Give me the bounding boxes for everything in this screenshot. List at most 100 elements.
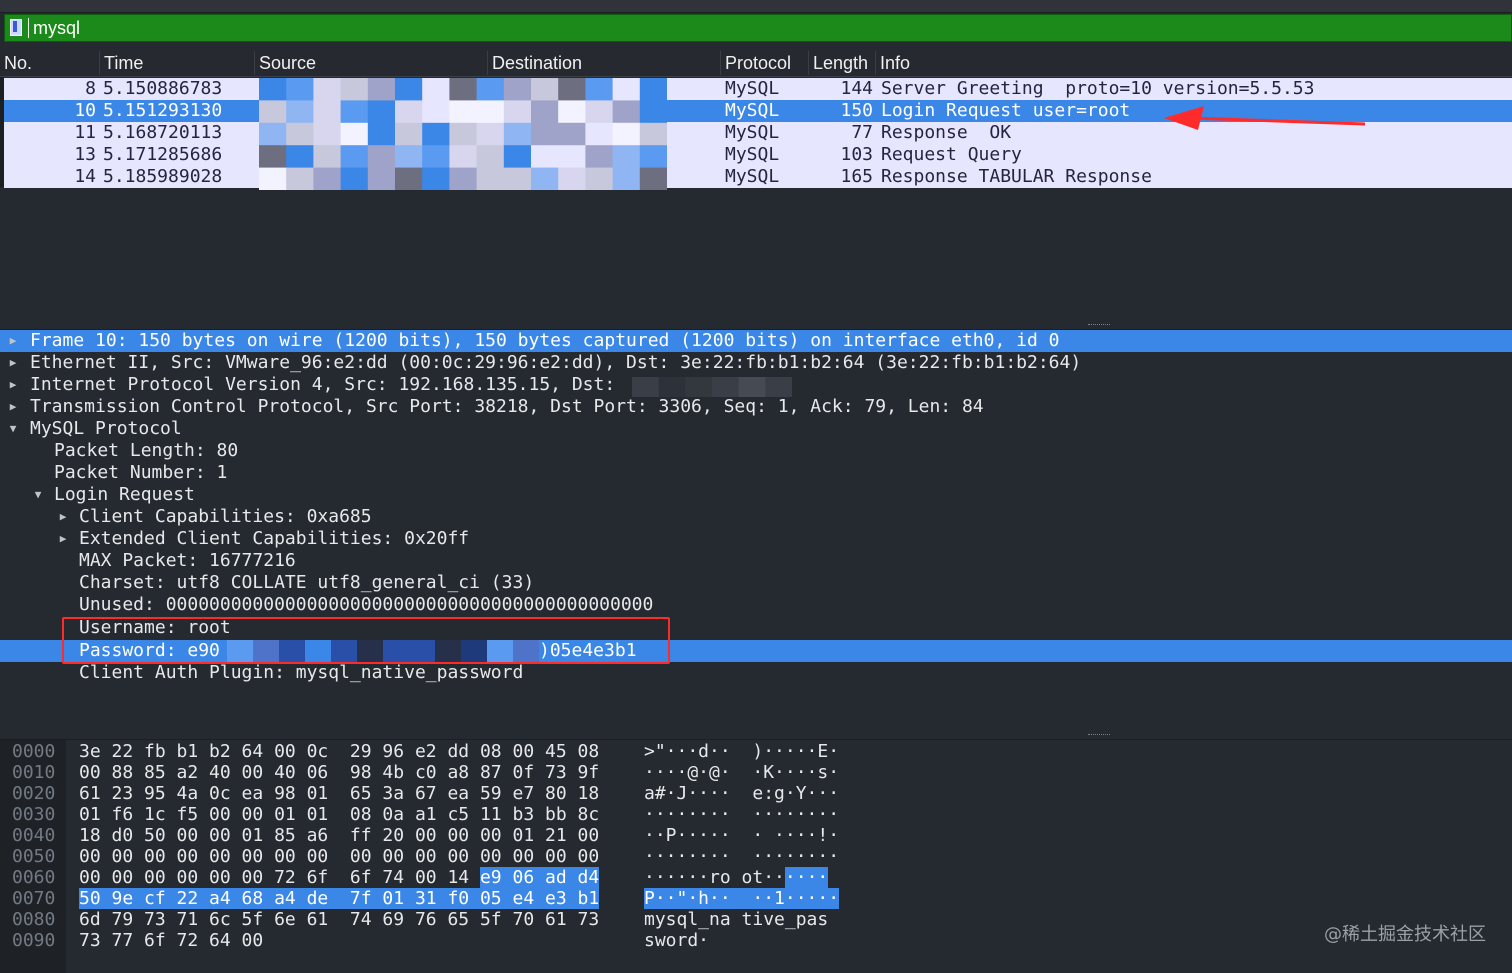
collapse-arrow-icon[interactable]: ▼ [31, 484, 45, 506]
bytes-row[interactable]: 0090 73 77 6f 72 64 00 sword· [0, 930, 1512, 951]
bytes-row[interactable]: 0040 18 d0 50 00 00 01 85 a6 ff 20 00 00 … [0, 825, 1512, 846]
detail-client-capabilities[interactable]: ▶ Client Capabilities: 0xa685 [0, 506, 1512, 528]
mosaic-block [449, 100, 478, 124]
mosaic-block [558, 145, 586, 169]
detail-frame[interactable]: ▶ Frame 10: 150 bytes on wire (1200 bits… [0, 330, 1512, 352]
packet-cell-time: 5.185989028 [103, 166, 223, 187]
bytes-ascii[interactable]: ········ ········ [644, 846, 839, 867]
bytes-hex[interactable]: 00 88 85 a2 40 00 40 06 98 4b c0 a8 87 0… [79, 762, 599, 783]
mosaic-block [340, 78, 369, 101]
bytes-hex-text: 61 23 95 4a 0c ea 98 01 65 3a 67 ea 59 e… [79, 783, 600, 804]
bytes-row[interactable]: 0060 00 00 00 00 00 00 72 6f 6f 74 00 14 … [0, 867, 1512, 888]
bytes-ascii[interactable]: >"···d·· )·····E· [644, 741, 839, 762]
mosaic-block [286, 78, 314, 101]
packet-cell-no: 8 [85, 78, 96, 99]
detail-max-packet[interactable]: MAX Packet: 16777216 [0, 550, 1512, 572]
bytes-hex[interactable]: 00 00 00 00 00 00 00 00 00 00 00 00 00 0… [79, 846, 599, 867]
detail-login-request[interactable]: ▼ Login Request [0, 484, 1512, 506]
detail-mysql[interactable]: ▼ MySQL Protocol [0, 418, 1512, 440]
column-header-protocol[interactable]: Protocol [720, 51, 808, 75]
mosaic-block [313, 100, 342, 124]
mosaic-block [612, 122, 641, 146]
packet-bytes-pane: 0000 3e 22 fb b1 b2 64 00 0c 29 96 e2 dd … [0, 739, 1512, 973]
collapse-arrow-icon[interactable]: ▼ [6, 418, 20, 440]
column-header-destination[interactable]: Destination [487, 51, 720, 75]
bytes-row[interactable]: 0070 50 9e cf 22 a4 68 a4 de 7f 01 31 f0 … [0, 888, 1512, 909]
mosaic-block [367, 78, 396, 101]
packet-cell-length: 103 [840, 144, 873, 165]
bytes-hex[interactable]: 3e 22 fb b1 b2 64 00 0c 29 96 e2 dd 08 0… [79, 741, 599, 762]
bytes-hex-selected: 50 9e cf 22 a4 68 a4 de 7f 01 31 f0 05 e… [79, 888, 600, 909]
bytes-ascii[interactable]: ······ro ot······ [644, 867, 829, 888]
detail-tcp[interactable]: ▶ Transmission Control Protocol, Src Por… [0, 396, 1512, 418]
bytes-hex[interactable]: 61 23 95 4a 0c ea 98 01 65 3a 67 ea 59 e… [79, 783, 599, 804]
packet-cell-time: 5.168720113 [103, 122, 223, 143]
bytes-hex[interactable]: 18 d0 50 00 00 01 85 a6 ff 20 00 00 00 0… [79, 825, 599, 846]
mosaic-block [340, 122, 369, 146]
mosaic-block [612, 145, 641, 169]
detail-charset[interactable]: Charset: utf8 COLLATE utf8_general_ci (3… [0, 572, 1512, 594]
mosaic-block [476, 100, 505, 124]
column-header-no[interactable]: No. [0, 51, 99, 75]
bytes-hex[interactable]: 01 f6 1c f5 00 00 01 01 08 0a a1 c5 11 b… [79, 804, 599, 825]
display-filter-input[interactable] [33, 17, 533, 39]
detail-unused[interactable]: Unused: 00000000000000000000000000000000… [0, 594, 1512, 616]
bytes-offset: 0030 [12, 804, 56, 825]
column-header-length[interactable]: Length [808, 51, 875, 75]
window-top-strip [0, 0, 1512, 13]
bytes-ascii[interactable]: a#·J···· e:g·Y··· [644, 783, 839, 804]
packet-cell-time: 5.171285686 [103, 144, 223, 165]
packet-cell-info: Response OK [881, 122, 1012, 143]
bytes-row[interactable]: 0050 00 00 00 00 00 00 00 00 00 00 00 00 … [0, 846, 1512, 867]
display-filter-bar[interactable] [4, 14, 1512, 42]
bytes-ascii-text: sword· [644, 930, 710, 951]
mosaic-block [313, 122, 342, 146]
detail-ethernet[interactable]: ▶ Ethernet II, Src: VMware_96:e2:dd (00:… [0, 352, 1512, 374]
bytes-row[interactable]: 0010 00 88 85 a2 40 00 40 06 98 4b c0 a8 … [0, 762, 1512, 783]
bytes-ascii-text: a#·J···· e:g·Y··· [644, 783, 840, 804]
expand-arrow-icon[interactable]: ▶ [6, 396, 20, 418]
detail-packet-length[interactable]: Packet Length: 80 [0, 440, 1512, 462]
detail-auth-plugin[interactable]: Client Auth Plugin: mysql_native_passwor… [0, 662, 1512, 684]
mosaic-block [286, 167, 314, 190]
mosaic-block [422, 78, 450, 101]
mosaic-block [612, 100, 641, 124]
bytes-row[interactable]: 0030 01 f6 1c f5 00 00 01 01 08 0a a1 c5 … [0, 804, 1512, 825]
bytes-hex[interactable]: 6d 79 73 71 6c 5f 6e 61 74 69 76 65 5f 7… [79, 909, 599, 930]
bytes-ascii[interactable]: sword· [644, 930, 709, 951]
bytes-offset: 0060 [12, 867, 56, 888]
bytes-hex[interactable]: 73 77 6f 72 64 00 [79, 930, 263, 951]
column-header-time[interactable]: Time [99, 51, 254, 75]
packet-cell-length: 77 [851, 122, 873, 143]
bytes-ascii-text: ········ ········ [644, 804, 840, 825]
detail-packet-number[interactable]: Packet Number: 1 [0, 462, 1512, 484]
column-header-source[interactable]: Source [254, 51, 487, 75]
mosaic-block [639, 167, 667, 190]
expand-arrow-icon[interactable]: ▶ [6, 374, 20, 396]
detail-ext-client-capabilities[interactable]: ▶ Extended Client Capabilities: 0x20ff [0, 528, 1512, 550]
mosaic-block [632, 377, 660, 397]
column-header-info[interactable]: Info [875, 51, 1512, 75]
expand-arrow-icon[interactable]: ▶ [56, 528, 70, 550]
bytes-hex-text: 00 00 00 00 00 00 00 00 00 00 00 00 00 0… [79, 846, 600, 867]
bytes-row[interactable]: 0000 3e 22 fb b1 b2 64 00 0c 29 96 e2 dd … [0, 741, 1512, 762]
bytes-hex[interactable]: 50 9e cf 22 a4 68 a4 de 7f 01 31 f0 05 e… [79, 888, 600, 909]
bytes-ascii[interactable]: P··"·h·· ··1····· [644, 888, 840, 909]
packet-row[interactable]: 13 5.171285686 MySQL 103 Request Query [4, 144, 1512, 166]
bookmark-icon[interactable] [10, 19, 22, 36]
packet-row[interactable]: 14 5.185989028 MySQL 165 Response TABULAR Re… [4, 166, 1512, 188]
bytes-ascii[interactable]: ····@·@· ·K····s· [644, 762, 839, 783]
bytes-row[interactable]: 0080 6d 79 73 71 6c 5f 6e 61 74 69 76 65 … [0, 909, 1512, 930]
bytes-ascii[interactable]: mysql_na tive_pas [644, 909, 828, 930]
bytes-hex[interactable]: 00 00 00 00 00 00 72 6f 6f 74 00 14 e9 0… [79, 867, 600, 888]
bytes-ascii[interactable]: ········ ········ [644, 804, 839, 825]
bytes-row[interactable]: 0020 61 23 95 4a 0c ea 98 01 65 3a 67 ea … [0, 783, 1512, 804]
bytes-hex-text: 6d 79 73 71 6c 5f 6e 61 74 69 76 65 5f 7… [79, 909, 600, 930]
packet-row[interactable]: 8 5.150886783 MySQL 144 Server Greeting prot… [4, 78, 1512, 100]
mosaic-block [476, 167, 505, 190]
mosaic-block [340, 167, 369, 190]
expand-arrow-icon[interactable]: ▶ [6, 352, 20, 374]
expand-arrow-icon[interactable]: ▶ [6, 330, 20, 352]
bytes-ascii[interactable]: ··P····· · ····!· [644, 825, 839, 846]
expand-arrow-icon[interactable]: ▶ [56, 506, 70, 528]
